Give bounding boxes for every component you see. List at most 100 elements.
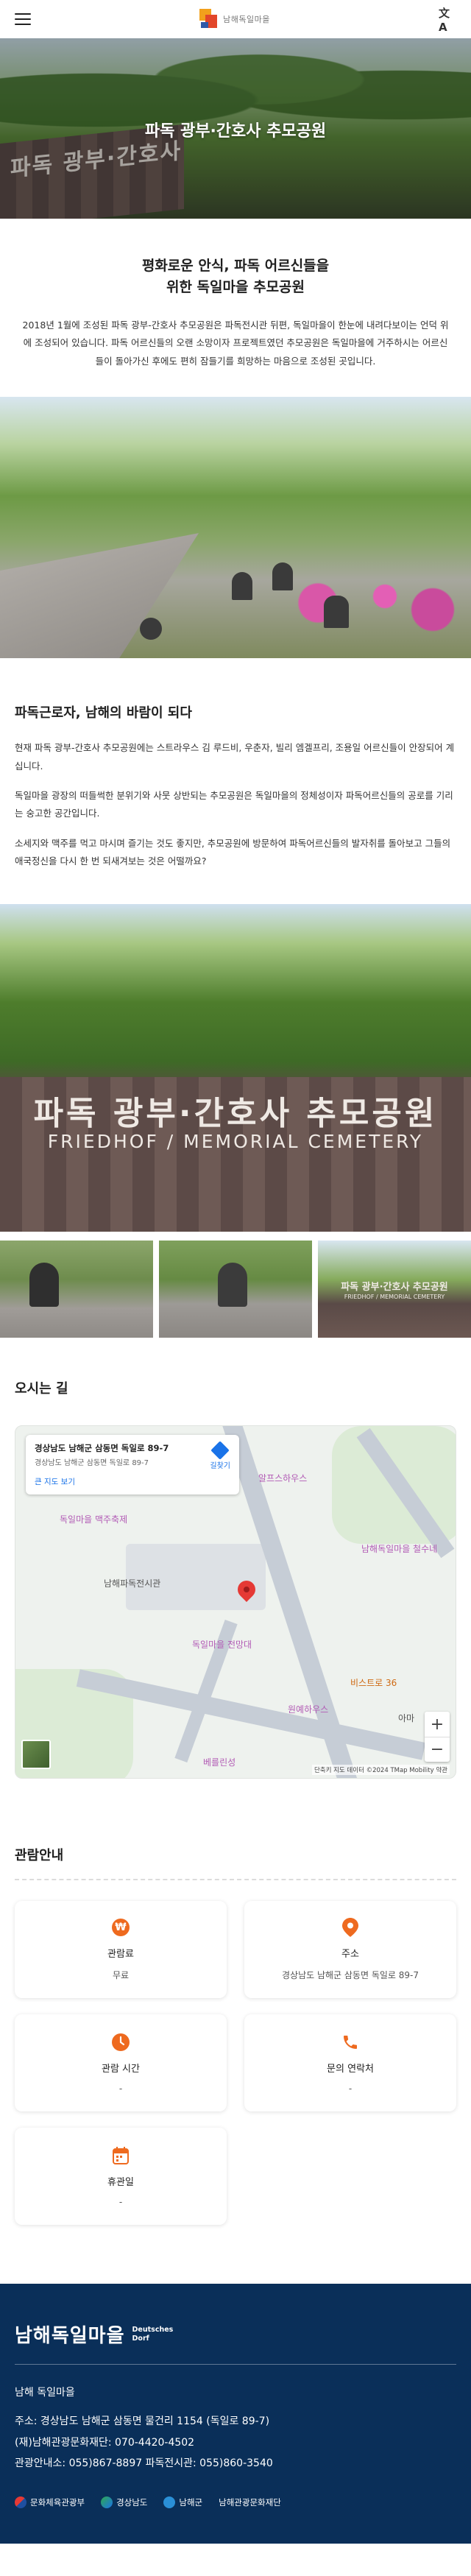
logo-block: [201, 22, 209, 28]
partner-gyeongnam[interactable]: 경상남도: [101, 2496, 148, 2509]
clock-icon: [111, 2033, 130, 2052]
hamburger-icon[interactable]: [15, 13, 31, 25]
thumb-sign-subtitle: FRIEDHOF / MEMORIAL CEMETERY: [344, 1294, 445, 1301]
ministry-emblem-icon: [15, 2496, 26, 2509]
sign-subtitle: FRIEDHOF / MEMORIAL CEMETERY: [47, 1131, 424, 1153]
namhae-emblem-icon: [163, 2496, 176, 2509]
map-place-label[interactable]: 아마: [398, 1712, 414, 1724]
footer-association: (재)남해관광문화재단: 070-4420-4502: [15, 2436, 195, 2449]
satellite-toggle[interactable]: [21, 1740, 51, 1770]
phone-icon: [341, 2033, 360, 2052]
intro-heading: 평화로운 안식, 파독 어르신들을 위한 독일마을 추모공원: [22, 255, 449, 297]
map-place-label[interactable]: 독일마을 전망대: [192, 1638, 252, 1651]
photo-flowers: [280, 570, 471, 637]
map-place-label[interactable]: 알프스하우스: [258, 1472, 307, 1484]
logo-mark-icon: [199, 9, 219, 29]
intro-heading-line1: 평화로운 안식, 파독 어르신들을: [141, 258, 330, 274]
hamburger-line: [15, 24, 31, 25]
map-place-label[interactable]: 비스트로 36: [350, 1676, 397, 1689]
hamburger-line: [15, 13, 31, 15]
visit-info-section: 관람안내 ₩ 관람료 무료 주소 경상남도 남해군 삼동면 독일로 89-7 관…: [0, 1793, 471, 2262]
map-embed[interactable]: 경상남도 남해군 삼동면 독일로 89-7 경상남도 남해군 삼동면 독일로 8…: [15, 1425, 456, 1779]
footer-logo-de-line2: Dorf: [132, 2334, 149, 2343]
memorial-sign-photo: 파독 광부·간호사 추모공원 FRIEDHOF / MEMORIAL CEMET…: [0, 904, 471, 1232]
footer-address: 주소: 경상남도 남해군 삼동면 물건리 1154 (독일로 89-7): [15, 2416, 270, 2428]
directions-button[interactable]: 길찾기: [210, 1441, 230, 1471]
gravestone: [232, 572, 252, 601]
zoom-out-button[interactable]: −: [425, 1737, 450, 1762]
site-logo[interactable]: 남해독일마을: [199, 9, 270, 29]
partner-label: 남해관광문화재단: [219, 2497, 281, 2508]
partner-logos: 문화체육관광부 경상남도 남해군 남해관광문화재단: [15, 2496, 456, 2509]
won-icon: ₩: [111, 1918, 130, 1937]
zoom-in-button[interactable]: +: [425, 1712, 450, 1737]
intro-body: 2018년 1월에 조성된 파독 광부-간호사 추모공원은 파독전시관 뒤편, …: [22, 320, 449, 367]
story-paragraph: 소세지와 맥주를 먹고 마시며 즐기는 것도 좋지만, 추모공원에 방문하여 파…: [15, 837, 451, 867]
map-card-address: 경상남도 남해군 삼동면 독일로 89-7: [35, 1443, 169, 1454]
directions-title: 오시는 길: [15, 1381, 68, 1397]
sign-title: 파독 광부·간호사 추모공원: [33, 1095, 438, 1133]
footer-name: 남해 독일마을: [15, 2387, 75, 2399]
map-card-address-sub: 경상남도 남해군 삼동면 독일로 89-7: [35, 1459, 149, 1468]
large-map-link[interactable]: 큰 지도 보기: [35, 1476, 230, 1487]
info-card-address: 주소 경상남도 남해군 삼동면 독일로 89-7: [244, 1901, 456, 1999]
visit-info-title: 관람안내: [15, 1845, 456, 1881]
gallery-thumb[interactable]: [0, 1241, 153, 1338]
footer-logo[interactable]: 남해독일마을 Deutsches Dorf: [15, 2321, 456, 2365]
partner-foundation[interactable]: 남해관광문화재단: [219, 2496, 281, 2508]
hamburger-line: [15, 18, 31, 20]
directions-section: 오시는 길 경상남도 남해군 삼동면 독일로 89-7 경상남도 남해군 삼동면…: [0, 1338, 471, 1793]
info-value: -: [118, 2196, 123, 2207]
directions-label: 길찾기: [210, 1462, 230, 1471]
map-place-label[interactable]: 베를린성: [203, 1756, 236, 1768]
info-card-contact: 문의 연락처 -: [244, 2014, 456, 2112]
clock-svg: [112, 2033, 130, 2051]
site-footer: 남해독일마을 Deutsches Dorf 남해 독일마을 주소: 경상남도 남…: [0, 2284, 471, 2544]
gravestone: [218, 1263, 247, 1308]
info-value: 경상남도 남해군 삼동면 독일로 89-7: [281, 1970, 419, 1981]
map-place-label[interactable]: 독일마을 맥주축제: [60, 1513, 127, 1525]
story-paragraph: 현재 파독 광부-간호사 추모공원에는 스트라우스 김 루드비, 우춘자, 빌리…: [15, 742, 455, 772]
calendar-svg: [113, 2146, 129, 2164]
partner-label: 경상남도: [116, 2497, 148, 2508]
map-info-card: 경상남도 남해군 삼동면 독일로 89-7 경상남도 남해군 삼동면 독일로 8…: [26, 1435, 239, 1495]
gallery-thumb[interactable]: 파독 광부·간호사 추모공원 FRIEDHOF / MEMORIAL CEMET…: [318, 1241, 471, 1338]
footer-contact: 관광안내소: 055)867-8897 파독전시관: 055)860-3540: [15, 2457, 273, 2470]
footer-logo-kr: 남해독일마을: [15, 2325, 125, 2348]
photo-gallery: 파독 광부·간호사 추모공원 FRIEDHOF / MEMORIAL CEMET…: [0, 1241, 471, 1338]
location-pin-icon: [341, 1918, 360, 1938]
map-place-label[interactable]: 남해독일마을 철수네: [361, 1542, 437, 1555]
map-attribution: 단축키 지도 데이터 ©2024 TMap Mobility 약관: [311, 1765, 450, 1776]
memorial-park-photo: [0, 397, 471, 659]
location-pin-svg: [342, 1918, 358, 1938]
info-value: 무료: [112, 1970, 130, 1981]
intro-heading-line2: 위한 독일마을 추모공원: [166, 278, 305, 295]
info-label: 관람 시간: [102, 2063, 140, 2075]
photo-path: [0, 533, 199, 659]
site-header: 남해독일마을 文A: [0, 0, 471, 38]
visit-info-grid: ₩ 관람료 무료 주소 경상남도 남해군 삼동면 독일로 89-7 관람 시간 …: [15, 1901, 456, 2226]
partner-namhae[interactable]: 남해군: [163, 2496, 203, 2509]
footer-logo-de-line1: Deutsches: [132, 2326, 174, 2335]
info-value: -: [118, 2083, 123, 2094]
info-label: 관람료: [107, 1949, 134, 1961]
story-section: 파독근로자, 남해의 바람이 되다 현재 파독 광부-간호사 추모공원에는 스트…: [0, 658, 471, 904]
partner-ministry[interactable]: 문화체육관광부: [15, 2496, 85, 2509]
map-place-label[interactable]: 원예하우스: [288, 1703, 328, 1715]
thumb-sign-title: 파독 광부·간호사 추모공원: [341, 1282, 448, 1294]
translate-icon[interactable]: 文A: [439, 7, 456, 34]
gallery-thumb[interactable]: [159, 1241, 312, 1338]
hero-banner: 파독 광부·간호사 파독 광부·간호사 추모공원: [0, 38, 471, 219]
gravestone: [272, 562, 293, 591]
story-title: 파독근로자, 남해의 바람이 되다: [15, 705, 192, 721]
map-place-label[interactable]: 남해파독전시관: [104, 1577, 160, 1589]
page-title: 파독 광부·간호사 추모공원: [144, 122, 327, 141]
phone-svg: [344, 2035, 357, 2049]
info-value: -: [348, 2083, 353, 2094]
map-zoom-controls: + −: [425, 1712, 450, 1762]
directions-icon: [210, 1441, 230, 1461]
partner-label: 남해군: [179, 2497, 203, 2508]
info-label: 주소: [341, 1949, 359, 1961]
calendar-icon: [111, 2146, 130, 2165]
gravestone: [324, 596, 349, 629]
